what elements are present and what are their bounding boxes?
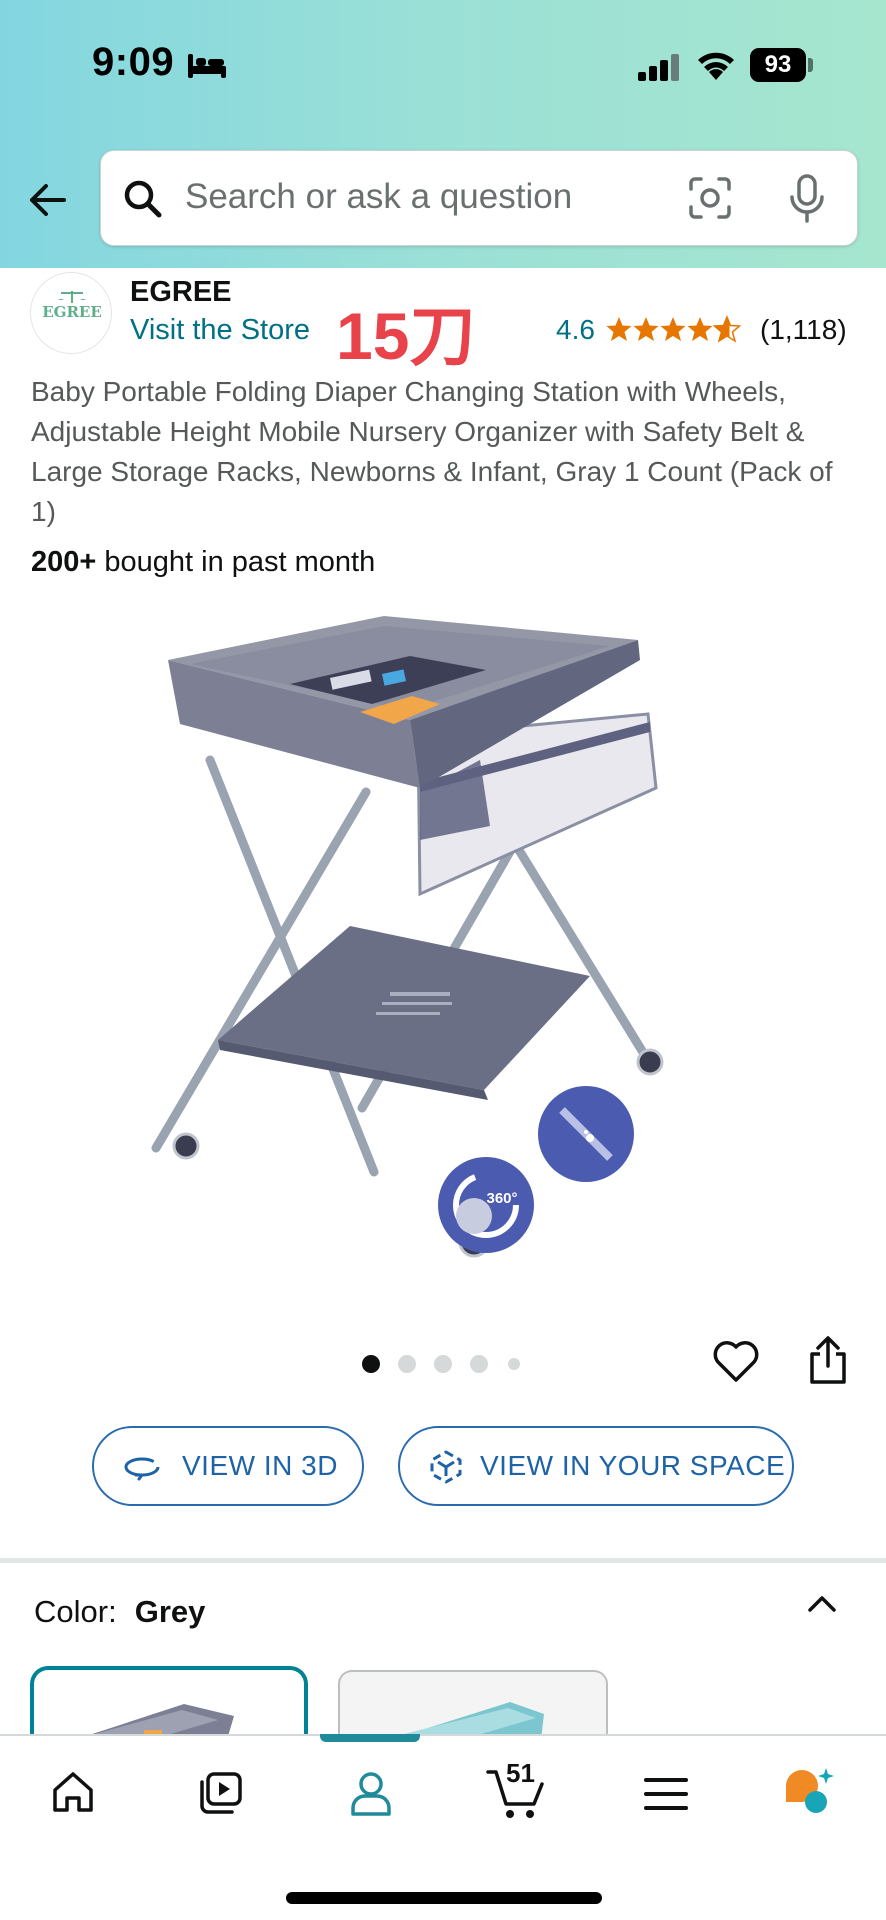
price-overlay-text: 15刀	[336, 299, 476, 373]
product-title: Baby Portable Folding Diaper Changing St…	[31, 376, 833, 527]
heart-icon[interactable]	[712, 1338, 760, 1384]
header: 9:09 93 Search or ask a question	[0, 0, 886, 268]
carousel-dot[interactable]	[508, 1358, 520, 1370]
rufus-assistant-icon[interactable]	[782, 1766, 836, 1816]
carousel-dot[interactable]	[434, 1355, 452, 1373]
rating-value[interactable]: 4.6	[556, 314, 595, 346]
brand-logo-text: EGREE	[42, 303, 102, 321]
cart-icon[interactable]	[486, 1766, 548, 1822]
cellular-signal-icon	[638, 54, 679, 81]
carousel-dot-active[interactable]	[362, 1355, 380, 1373]
rotation-360-label: 360°	[486, 1190, 517, 1207]
bought-in-past-month: 200+ bought in past month	[31, 546, 375, 579]
share-icon[interactable]	[806, 1334, 850, 1386]
battery-indicator: 93	[750, 48, 806, 82]
rotate-3d-icon	[124, 1457, 160, 1481]
battery-tip	[808, 58, 813, 72]
view-in-3d-button[interactable]: VIEW IN 3D	[92, 1426, 364, 1506]
carousel-dot[interactable]	[470, 1355, 488, 1373]
brand-logo[interactable]: EGREE	[30, 272, 112, 354]
microphone-icon[interactable]	[787, 173, 827, 225]
home-icon[interactable]	[50, 1770, 96, 1814]
video-library-icon[interactable]	[196, 1770, 244, 1816]
view-in-3d-label: VIEW IN 3D	[182, 1450, 338, 1481]
search-input[interactable]: Search or ask a question	[100, 150, 858, 246]
color-selector[interactable]: Color: Grey	[34, 1594, 205, 1630]
ar-cube-icon	[430, 1450, 462, 1484]
bought-text: bought in past month	[96, 546, 376, 578]
view-in-your-space-label: VIEW IN YOUR SPACE	[480, 1450, 786, 1481]
bottom-navigation: 51	[0, 1734, 886, 1920]
search-placeholder: Search or ask a question	[185, 177, 573, 216]
carousel-dot[interactable]	[398, 1355, 416, 1373]
bought-count: 200+	[31, 546, 97, 578]
nav-active-indicator	[320, 1734, 420, 1742]
wifi-icon	[698, 52, 734, 80]
color-label: Color:	[34, 1594, 117, 1629]
brand-name: EGREE	[130, 276, 232, 308]
color-value: Grey	[134, 1594, 206, 1629]
status-time: 9:09	[92, 40, 175, 84]
star-rating-icon[interactable]	[606, 314, 742, 344]
view-in-your-space-button[interactable]: VIEW IN YOUR SPACE	[398, 1426, 794, 1506]
chevron-up-icon[interactable]	[804, 1590, 840, 1618]
camera-lens-icon[interactable]	[687, 175, 733, 221]
section-divider	[0, 1558, 886, 1563]
visit-store-link[interactable]: Visit the Store	[130, 314, 310, 347]
review-count[interactable]: (1,118)	[760, 314, 847, 346]
search-icon	[124, 180, 162, 218]
product-image[interactable]: 360°	[150, 600, 736, 1280]
back-arrow-icon[interactable]	[24, 176, 72, 224]
menu-icon[interactable]	[644, 1776, 688, 1812]
sleep-mode-icon	[188, 54, 226, 78]
carousel-dots[interactable]	[360, 1352, 540, 1376]
account-icon[interactable]	[348, 1770, 394, 1818]
status-bar: 9:09 93	[0, 0, 886, 130]
home-indicator	[286, 1892, 602, 1904]
